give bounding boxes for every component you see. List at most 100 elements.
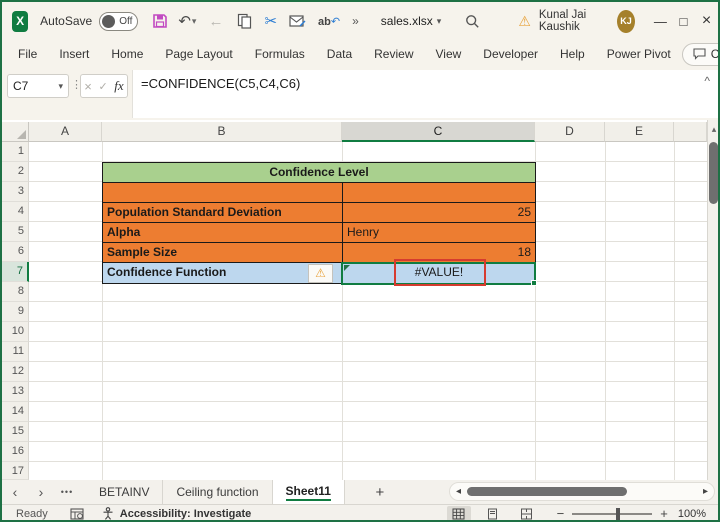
- name-box[interactable]: C7 ▾: [7, 74, 69, 98]
- cell-c4-value[interactable]: 25: [343, 203, 535, 223]
- save-button[interactable]: [152, 13, 168, 29]
- file-name[interactable]: sales.xlsx: [381, 14, 433, 28]
- tab-page-layout[interactable]: Page Layout: [154, 42, 243, 66]
- tab-home[interactable]: Home: [100, 42, 154, 66]
- horizontal-scrollbar-thumb[interactable]: [467, 487, 628, 496]
- macro-record-button[interactable]: [70, 507, 84, 520]
- page-layout-view-button[interactable]: [481, 506, 505, 521]
- cell-b2-table-title[interactable]: Confidence Level: [103, 163, 535, 183]
- formula-input[interactable]: =CONFIDENCE(C5,C4,C6) ^: [132, 70, 718, 118]
- fill-handle[interactable]: [531, 280, 537, 286]
- tab-power-pivot[interactable]: Power Pivot: [596, 42, 682, 66]
- name-box-chevron-icon[interactable]: ▾: [58, 81, 63, 92]
- scroll-left-icon[interactable]: ◂: [456, 486, 461, 497]
- minimize-button[interactable]: —: [649, 14, 672, 29]
- row-header-4[interactable]: 4: [2, 202, 29, 222]
- column-header-partial[interactable]: [674, 122, 707, 142]
- zoom-in-button[interactable]: +: [660, 506, 668, 520]
- column-header-d[interactable]: D: [535, 122, 605, 142]
- row-header-14[interactable]: 14: [2, 402, 29, 422]
- select-all-button[interactable]: [2, 122, 29, 142]
- tab-data[interactable]: Data: [316, 42, 363, 66]
- tab-insert[interactable]: Insert: [48, 42, 100, 66]
- comments-button[interactable]: Comments: [681, 42, 718, 66]
- row-header-12[interactable]: 12: [2, 362, 29, 382]
- tab-developer[interactable]: Developer: [472, 42, 549, 66]
- file-name-chevron-icon[interactable]: ▾: [437, 16, 442, 27]
- maximize-button[interactable]: □: [672, 14, 695, 29]
- formula-text: =CONFIDENCE(C5,C4,C6): [141, 76, 301, 91]
- row-header-10[interactable]: 10: [2, 322, 29, 342]
- collapse-formula-bar-icon[interactable]: ^: [704, 74, 710, 88]
- cell-c5-value[interactable]: Henry: [343, 223, 535, 243]
- scroll-up-icon[interactable]: ▴: [708, 120, 718, 135]
- zoom-level[interactable]: 100%: [678, 508, 706, 520]
- tab-file[interactable]: File: [7, 42, 48, 66]
- column-header-a[interactable]: A: [29, 122, 102, 142]
- email-button[interactable]: [289, 14, 306, 28]
- zoom-slider-knob[interactable]: [616, 507, 621, 520]
- sheet-tab-ceiling-function[interactable]: Ceiling function: [163, 480, 273, 504]
- row-header-1[interactable]: 1: [2, 142, 29, 162]
- sheet-tab-betainv[interactable]: BETAINV: [86, 480, 164, 504]
- tab-formulas[interactable]: Formulas: [244, 42, 316, 66]
- normal-view-button[interactable]: [446, 505, 471, 520]
- add-sheet-button[interactable]: +: [367, 480, 393, 504]
- row-header-7[interactable]: 7: [2, 262, 29, 282]
- row-header-9[interactable]: 9: [2, 302, 29, 322]
- row-header-5[interactable]: 5: [2, 222, 29, 242]
- accessibility-status[interactable]: Accessibility: Investigate: [120, 508, 251, 520]
- error-checking-button[interactable]: ⚠: [308, 264, 333, 283]
- zoom-out-button[interactable]: −: [557, 506, 565, 520]
- cell-b5-label[interactable]: Alpha: [103, 223, 343, 243]
- accessibility-button[interactable]: [102, 507, 114, 520]
- vertical-scrollbar-thumb[interactable]: [709, 142, 718, 204]
- tab-review[interactable]: Review: [363, 42, 424, 66]
- qat-overflow-icon[interactable]: »: [352, 14, 359, 28]
- close-button[interactable]: ×: [695, 12, 718, 30]
- ribbon-tab-bar: File Insert Home Page Layout Formulas Da…: [2, 40, 718, 68]
- redo-button[interactable]: ←: [208, 13, 223, 30]
- row-header-2[interactable]: 2: [2, 162, 29, 182]
- cut-button[interactable]: ✂: [264, 12, 277, 30]
- column-header-e[interactable]: E: [605, 122, 674, 142]
- column-header-b[interactable]: B: [102, 122, 342, 142]
- alert-warning-icon[interactable]: ⚠: [518, 13, 531, 30]
- row-header-11[interactable]: 11: [2, 342, 29, 362]
- sheet-nav-left-icon[interactable]: ‹: [2, 480, 28, 504]
- replace-button[interactable]: ab↶: [318, 15, 340, 28]
- insert-function-icon[interactable]: fx: [114, 78, 123, 94]
- excel-logo-icon[interactable]: X: [12, 10, 29, 32]
- row-header-15[interactable]: 15: [2, 422, 29, 442]
- column-header-c[interactable]: C: [342, 122, 535, 142]
- cell-b3[interactable]: [103, 183, 343, 203]
- autosave-toggle[interactable]: Off: [99, 11, 139, 31]
- cancel-entry-icon[interactable]: ×: [84, 79, 92, 94]
- search-button[interactable]: [465, 14, 480, 29]
- page-break-view-button[interactable]: [515, 506, 539, 521]
- confirm-entry-icon[interactable]: ✓: [98, 80, 107, 93]
- cell-b7-label[interactable]: Confidence Function: [103, 263, 343, 283]
- row-header-13[interactable]: 13: [2, 382, 29, 402]
- zoom-slider[interactable]: [572, 507, 653, 520]
- row-header-17[interactable]: 17: [2, 462, 29, 480]
- tab-view[interactable]: View: [425, 42, 473, 66]
- cell-b6-label[interactable]: Sample Size: [103, 243, 343, 263]
- sheet-tab-sheet11[interactable]: Sheet11: [272, 480, 345, 504]
- copy-button[interactable]: [237, 13, 252, 29]
- row-header-16[interactable]: 16: [2, 442, 29, 462]
- row-header-8[interactable]: 8: [2, 282, 29, 302]
- undo-dropdown-icon[interactable]: ▾: [192, 16, 197, 27]
- row-header-3[interactable]: 3: [2, 182, 29, 202]
- sheet-nav-right-icon[interactable]: ›: [28, 480, 54, 504]
- scroll-right-icon[interactable]: ▸: [703, 486, 708, 497]
- row-header-6[interactable]: 6: [2, 242, 29, 262]
- undo-button[interactable]: ↶: [178, 12, 191, 30]
- horizontal-scrollbar[interactable]: ◂ ▸: [449, 482, 715, 501]
- tab-help[interactable]: Help: [549, 42, 596, 66]
- user-avatar[interactable]: KJ: [617, 9, 635, 33]
- redo-icon: ←: [208, 12, 224, 30]
- cell-c3[interactable]: [343, 183, 535, 203]
- cell-b4-label[interactable]: Population Standard Deviation: [103, 203, 343, 223]
- sheet-nav-more-icon[interactable]: •••: [54, 480, 80, 504]
